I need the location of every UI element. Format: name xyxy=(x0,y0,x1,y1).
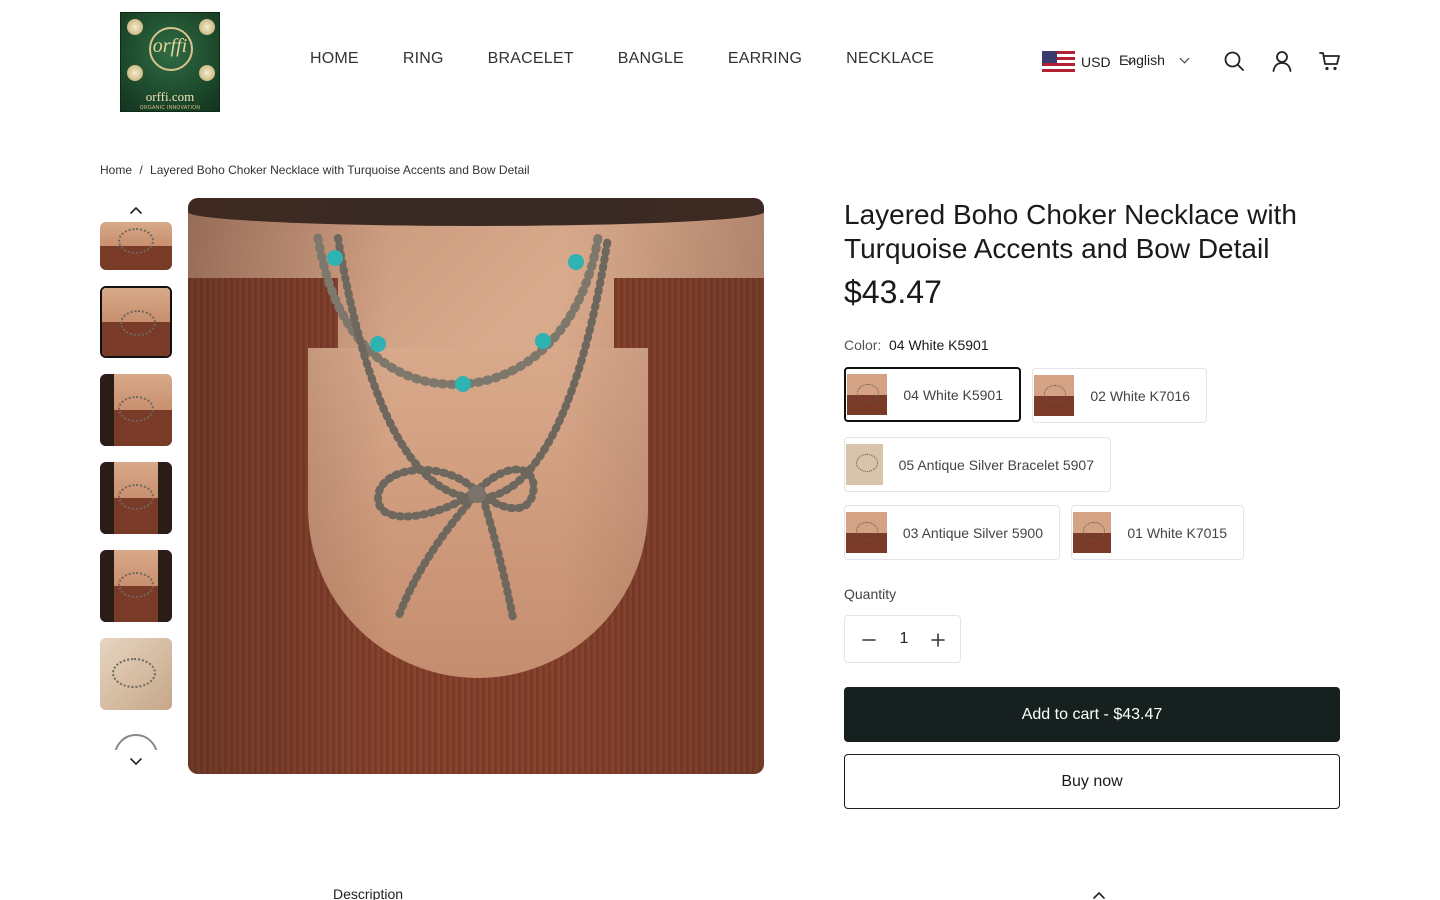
language-selector[interactable]: English xyxy=(1119,52,1190,68)
gallery-thumbnail[interactable] xyxy=(100,550,172,622)
variant-image xyxy=(846,512,887,553)
cart-icon[interactable] xyxy=(1319,50,1341,72)
chevron-up-icon[interactable] xyxy=(128,202,144,218)
buy-now-button[interactable]: Buy now xyxy=(844,754,1340,809)
quantity-input[interactable]: 1 xyxy=(885,630,923,648)
plus-icon[interactable] xyxy=(930,632,946,648)
gallery-thumbnail[interactable] xyxy=(100,222,172,270)
breadcrumb-current: Layered Boho Choker Necklace with Turquo… xyxy=(150,163,530,177)
color-label: Color: xyxy=(844,337,882,353)
logo-tagline: ORGANIC INNOVATION xyxy=(139,105,201,111)
quantity-label: Quantity xyxy=(844,586,897,602)
chevron-down-icon xyxy=(1179,53,1190,63)
breadcrumb-separator: / xyxy=(139,163,143,177)
search-icon[interactable] xyxy=(1223,50,1245,72)
gallery-thumbnail[interactable] xyxy=(100,374,172,446)
nav-bangle[interactable]: BANGLE xyxy=(618,50,684,68)
product-price: $43.47 xyxy=(844,274,942,310)
quantity-stepper: 1 xyxy=(844,615,961,663)
us-flag-icon xyxy=(1042,51,1075,72)
gallery-thumbnail[interactable] xyxy=(100,638,172,710)
language-label: English xyxy=(1119,52,1165,68)
nav-ring[interactable]: RING xyxy=(403,50,444,68)
description-tab[interactable]: Description xyxy=(333,886,403,900)
nav-necklace[interactable]: NECKLACE xyxy=(846,50,934,68)
main-nav: HOME RING BRACELET BANGLE EARRING NECKLA… xyxy=(310,50,934,68)
logo-name: orffi.com xyxy=(145,89,195,104)
account-icon[interactable] xyxy=(1271,50,1293,72)
logo-flower-icon xyxy=(199,19,215,35)
chevron-up-icon[interactable] xyxy=(1092,890,1106,900)
logo-flower-icon xyxy=(127,65,143,81)
variant-swatch[interactable]: 03 Antique Silver 5900 xyxy=(844,505,1060,560)
chevron-down-icon[interactable] xyxy=(128,754,144,770)
variant-swatch-selected[interactable]: 04 White K5901 xyxy=(844,367,1021,422)
gallery-thumbnail[interactable] xyxy=(100,726,172,750)
variant-label: 01 White K7015 xyxy=(1127,524,1227,541)
nav-earring[interactable]: EARRING xyxy=(728,50,802,68)
site-header: orffi orffi.com ORGANIC INNOVATION HOME … xyxy=(0,0,1440,124)
site-logo[interactable]: orffi orffi.com ORGANIC INNOVATION xyxy=(120,12,220,112)
variant-label: 04 White K5901 xyxy=(903,386,1003,403)
breadcrumb: Home / Layered Boho Choker Necklace with… xyxy=(100,163,534,177)
variant-image xyxy=(1034,375,1075,416)
variant-label: 03 Antique Silver 5900 xyxy=(902,524,1043,541)
variant-swatch[interactable]: 02 White K7016 xyxy=(1032,368,1207,423)
logo-flower-icon xyxy=(199,65,215,81)
product-main-image[interactable] xyxy=(188,198,764,774)
variant-image xyxy=(847,374,888,415)
variant-label: 02 White K7016 xyxy=(1090,387,1190,404)
color-value: 04 White K5901 xyxy=(889,337,989,353)
gallery-thumbnail-active[interactable] xyxy=(100,286,172,358)
variant-swatch[interactable]: 05 Antique Silver Bracelet 5907 xyxy=(844,437,1111,492)
necklace-illustration xyxy=(313,233,612,622)
variant-image xyxy=(1073,512,1112,553)
variant-image xyxy=(846,444,883,485)
gallery-thumbnail[interactable] xyxy=(100,462,172,534)
variant-label: 05 Antique Silver Bracelet 5907 xyxy=(898,456,1094,473)
currency-label: USD xyxy=(1081,53,1111,70)
logo-flower-icon xyxy=(127,19,143,35)
logo-mark: orffi xyxy=(152,35,188,57)
minus-icon[interactable] xyxy=(861,632,877,648)
nav-home[interactable]: HOME xyxy=(310,50,359,68)
add-to-cart-button[interactable]: Add to cart - $43.47 xyxy=(844,687,1340,742)
nav-bracelet[interactable]: BRACELET xyxy=(488,50,574,68)
variant-swatch[interactable]: 01 White K7015 xyxy=(1071,505,1244,560)
product-title: Layered Boho Choker Necklace with Turquo… xyxy=(844,199,1297,264)
breadcrumb-home[interactable]: Home xyxy=(100,163,132,177)
